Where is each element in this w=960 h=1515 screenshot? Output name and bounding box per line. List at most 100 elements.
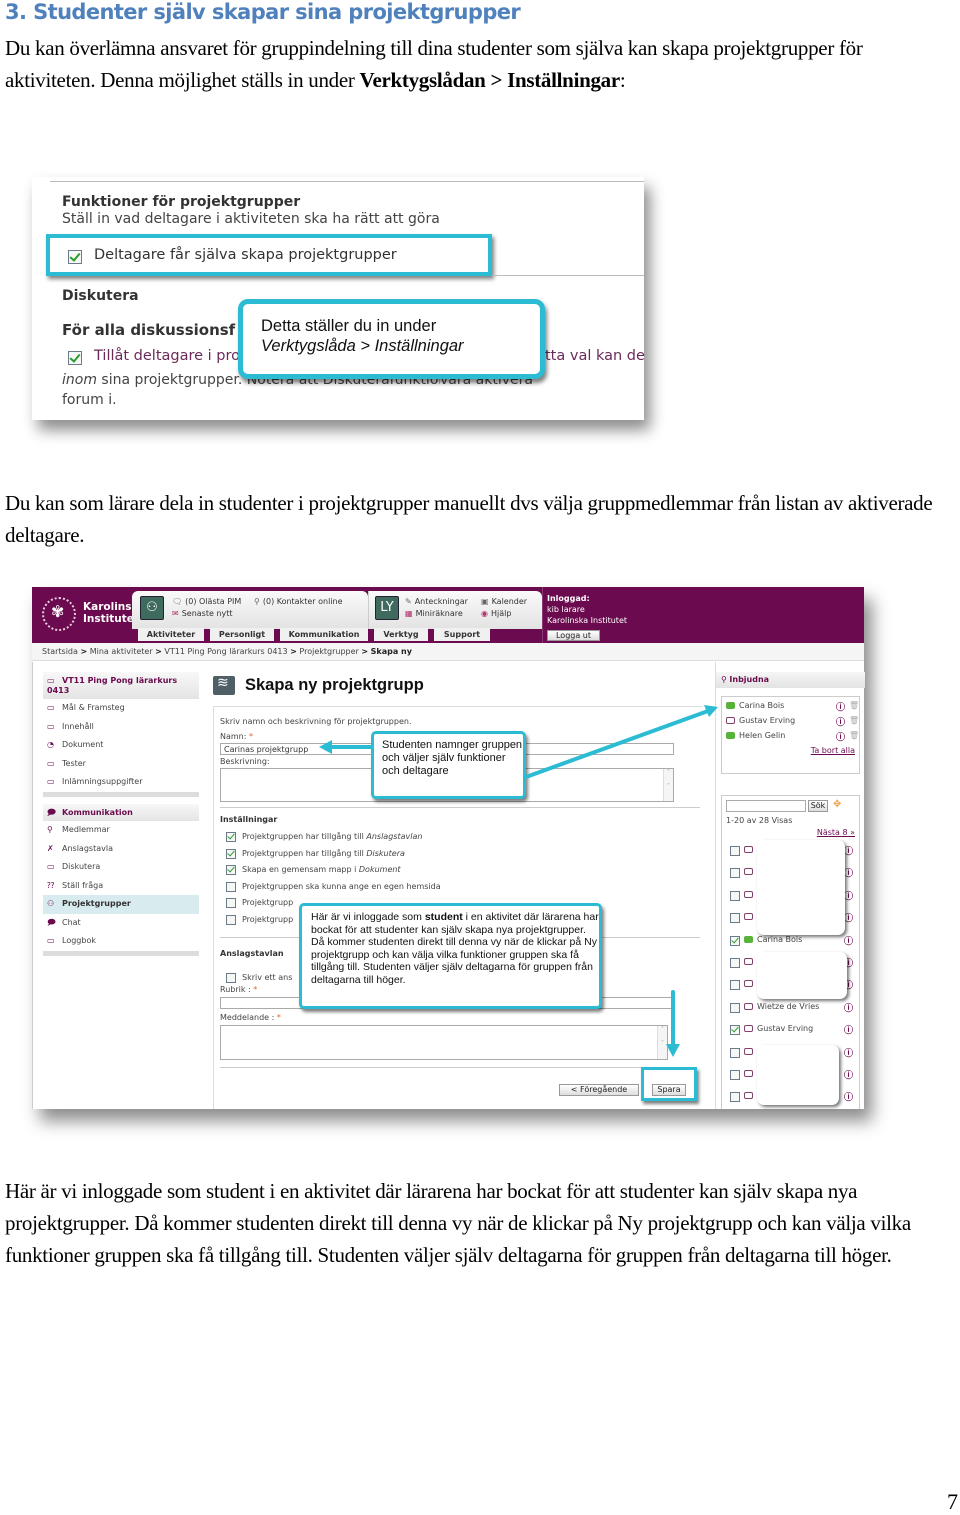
sidebar-item-mal-framsteg[interactable]: ▭ Mål & Framsteg [43, 699, 199, 718]
participant-checkbox[interactable] [730, 935, 740, 946]
course-title-label: VT11 Ping Pong lärarkurs 0413 [47, 676, 178, 695]
divider [542, 587, 543, 643]
news-link[interactable]: ✉ Senaste nytt [172, 609, 233, 618]
participant-checkbox[interactable] [730, 980, 740, 991]
sidebar-item-chat[interactable]: 🗩 Chat [43, 914, 199, 933]
info-icon[interactable]: ⓘ [844, 889, 853, 902]
ki-logo-icon[interactable] [42, 597, 76, 631]
info-icon[interactable]: ⓘ [844, 911, 853, 924]
participant-checkbox[interactable] [730, 868, 740, 879]
info-icon[interactable]: ⓘ [844, 1001, 853, 1014]
scrollbar[interactable]: ˄ ˅ [663, 769, 673, 801]
trash-icon[interactable]: 🗑 [849, 731, 859, 740]
participant-checkbox[interactable] [730, 1070, 740, 1080]
calendar-link[interactable]: ▣ Kalender [481, 597, 527, 606]
remove-all-link[interactable]: Ta bort alla [811, 746, 855, 755]
course-menu: ▭ VT11 Ping Pong lärarkurs 0413 ▭ Mål & Fr… [43, 672, 199, 797]
allow-discussion-checkbox[interactable] [68, 351, 82, 365]
communication-title[interactable]: 🗩 Kommunikation [43, 804, 199, 821]
setting-checkbox[interactable] [226, 881, 236, 892]
contacts-online-link[interactable]: ⚲ (0) Kontakter online [254, 597, 343, 606]
offline-status-icon [726, 717, 735, 724]
nav-tab-kommunikation[interactable]: Kommunikation [280, 628, 368, 641]
people-icon[interactable]: ⚇ [140, 596, 164, 620]
sidebar-item-tester[interactable]: ▭ Tester [43, 755, 199, 774]
info-icon[interactable]: ⓘ [844, 934, 853, 947]
settings-title: Inställningar [220, 815, 277, 824]
info-icon[interactable]: ⓘ [844, 1068, 853, 1081]
info-icon[interactable]: ⓘ [844, 1090, 853, 1103]
news-envelope-icon: ✉ [172, 609, 179, 618]
trash-icon[interactable]: 🗑 [849, 701, 859, 710]
save-highlight-frame [641, 1067, 697, 1101]
create-groups-checkbox[interactable] [68, 250, 82, 264]
main-content: Skapa ny projektgrupp Skriv namn och bes… [213, 662, 715, 1109]
info-icon[interactable]: ⓘ [844, 1023, 853, 1036]
participant-checkbox[interactable] [730, 913, 740, 924]
page-title: Skapa ny projektgrupp [245, 676, 424, 694]
participant-row [744, 979, 757, 995]
setting-checkbox[interactable] [226, 832, 236, 842]
sidebar-item-dokument[interactable]: ◔ Dokument [43, 736, 199, 755]
board-checkbox[interactable] [226, 973, 236, 983]
setting-label-emphasis: Dokument [358, 865, 401, 874]
description-label: Beskrivning: [220, 757, 270, 766]
nav-tab-support[interactable]: Support [434, 628, 490, 641]
info-icon[interactable]: ⓘ [844, 844, 853, 857]
participant-checkbox[interactable] [730, 1047, 740, 1058]
subject-label-text: Rubrik : [220, 985, 251, 994]
help-link[interactable]: ◉ Hjälp [481, 609, 511, 618]
breadcrumb-item[interactable]: Mina aktiviteter [90, 647, 153, 656]
participant-checkbox[interactable] [730, 1092, 740, 1103]
info-icon[interactable]: ⓘ [844, 866, 853, 879]
required-mark: * [276, 1013, 281, 1022]
info-icon[interactable]: ⓘ [836, 700, 845, 713]
search-button[interactable]: Sök [808, 800, 828, 812]
nav-tab-aktiviteter[interactable]: Aktiviteter [138, 628, 204, 641]
participant-checkbox[interactable] [730, 1002, 740, 1013]
sidebar-item-diskutera[interactable]: ▭ Diskutera [43, 858, 199, 877]
participant-checkbox[interactable] [730, 890, 740, 901]
info-icon[interactable]: ⓘ [844, 1046, 853, 1059]
breadcrumb-item[interactable]: Projektgrupper [299, 647, 358, 656]
info-icon[interactable]: ⓘ [836, 730, 845, 743]
notes-link[interactable]: ✎ Anteckningar [405, 597, 468, 606]
sidebar-item-stall-fraga[interactable]: ⁇ Ställ fråga [43, 877, 199, 896]
sidebar-item-anslagstavla[interactable]: ✗ Anslagstavla [43, 840, 199, 859]
previous-button[interactable]: < Föregående [559, 1084, 639, 1096]
sidebar-item-inlamningsuppgifter[interactable]: ▭ Inlämningsuppgifter [43, 773, 199, 792]
advanced-search-icon[interactable]: ✥ [833, 799, 841, 810]
communication-title-label: Kommunikation [62, 808, 133, 817]
help-lifebuoy-icon: ◉ [481, 609, 488, 618]
sidebar-item-loggbok[interactable]: ▭ Loggbok [43, 932, 199, 951]
setting-checkbox[interactable] [226, 848, 236, 859]
sidebar-item-medlemmar[interactable]: ⚲ Medlemmar [43, 821, 199, 840]
scrollbar[interactable]: ˄ ˅ [657, 1026, 667, 1059]
trash-icon[interactable]: 🗑 [849, 716, 859, 725]
member-name: Helen Gelin [739, 731, 786, 740]
sidebar-item-projektgrupper[interactable]: ⚇ Projektgrupper [43, 895, 199, 914]
setting-checkbox[interactable] [226, 865, 236, 875]
message-textarea[interactable]: ˄ ˅ [220, 1025, 668, 1060]
course-title[interactable]: ▭ VT11 Ping Pong lärarkurs 0413 [43, 672, 199, 699]
participant-checkbox[interactable] [730, 1025, 740, 1036]
setting-checkbox[interactable] [226, 898, 236, 908]
sidebar-item-innehall[interactable]: ▭ Innehåll [43, 718, 199, 737]
logout-button[interactable]: Logga ut [547, 630, 600, 641]
next-page-link[interactable]: Nästa 8 » [817, 828, 855, 837]
breadcrumb-item[interactable]: VT11 Ping Pong lärarkurs 0413 [164, 647, 287, 656]
breadcrumb-item[interactable]: Startsida [42, 647, 78, 656]
nav-tab-personligt[interactable]: Personligt [210, 628, 274, 641]
toolbox-icon[interactable]: LY [375, 596, 399, 620]
calendar-label: Kalender [491, 597, 528, 606]
participant-search-input[interactable] [726, 800, 806, 812]
participant-checkbox[interactable] [730, 958, 740, 968]
participant-checkbox[interactable] [730, 846, 740, 856]
setting-checkbox[interactable] [226, 914, 236, 925]
info-icon[interactable]: ⓘ [836, 715, 845, 728]
calculator-link[interactable]: ▦ Miniräknare [405, 609, 463, 618]
unread-pim-link[interactable]: 🗨 (0) Olästa PIM [172, 597, 241, 606]
online-status-icon [726, 732, 735, 739]
sidebar-item-label: Tester [62, 758, 86, 768]
nav-tab-verktyg[interactable]: Verktyg [374, 628, 428, 641]
